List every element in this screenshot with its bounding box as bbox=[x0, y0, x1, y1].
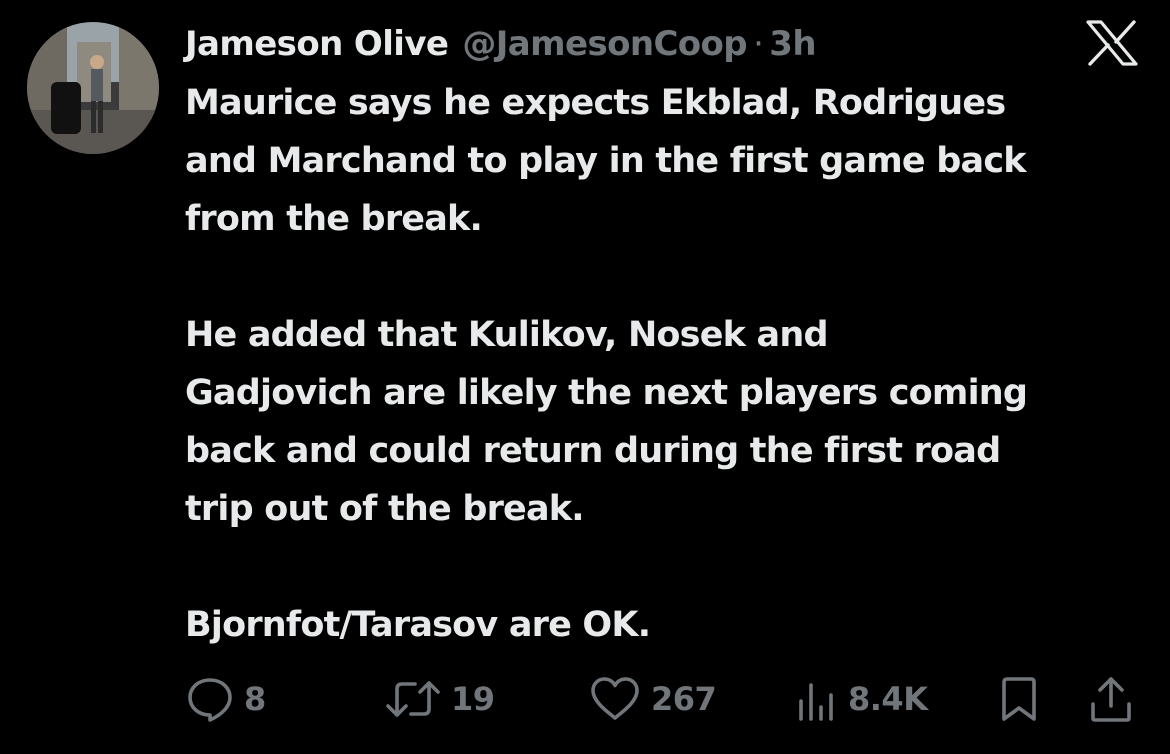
like-count: 267 bbox=[651, 680, 717, 718]
reply-count: 8 bbox=[244, 680, 266, 718]
tweet-text: Maurice says he expects Ekblad, Rodrigue… bbox=[185, 74, 1160, 654]
author-handle[interactable]: @JamesonCoop bbox=[462, 24, 747, 64]
views-button[interactable]: 8.4K bbox=[796, 672, 928, 726]
tweet-line: Gadjovich are likely the next players co… bbox=[185, 373, 1028, 413]
tweet-header: Jameson Olive @JamesonCoop · 3h bbox=[185, 18, 817, 70]
reply-button[interactable]: 8 bbox=[186, 672, 266, 726]
avatar[interactable] bbox=[27, 22, 159, 154]
repost-icon bbox=[385, 675, 441, 723]
like-button[interactable]: 267 bbox=[589, 672, 717, 726]
tweet-timestamp[interactable]: 3h bbox=[769, 24, 816, 64]
tweet-line: from the break. bbox=[185, 199, 483, 239]
tweet-line: trip out of the break. bbox=[185, 489, 585, 529]
share-icon bbox=[1088, 674, 1134, 724]
author-display-name[interactable]: Jameson Olive bbox=[185, 24, 449, 64]
tweet-line: He added that Kulikov, Nosek and bbox=[185, 315, 829, 355]
tweet-line: and Marchand to play in the first game b… bbox=[185, 141, 1027, 181]
tweet-paragraph: Bjornfot/Tarasov are OK. bbox=[185, 596, 1160, 654]
tweet-line: Maurice says he expects Ekblad, Rodrigue… bbox=[185, 83, 1006, 123]
tweet-paragraph: He added that Kulikov, Nosek and Gadjovi… bbox=[185, 306, 1160, 538]
repost-button[interactable]: 19 bbox=[385, 672, 495, 726]
bookmark-button[interactable] bbox=[998, 672, 1040, 726]
reply-icon bbox=[186, 675, 234, 723]
tweet-line: back and could return during the first r… bbox=[185, 431, 1001, 471]
tweet-actions: 8 19 267 8.4K bbox=[0, 672, 1170, 726]
bookmark-icon bbox=[998, 675, 1040, 723]
heart-icon bbox=[589, 675, 641, 723]
meta-separator: · bbox=[753, 24, 764, 64]
tweet-line: Bjornfot/Tarasov are OK. bbox=[185, 605, 651, 645]
share-button[interactable] bbox=[1088, 672, 1134, 726]
x-logo-icon bbox=[1086, 20, 1138, 66]
repost-count: 19 bbox=[451, 680, 495, 718]
tweet-paragraph: Maurice says he expects Ekblad, Rodrigue… bbox=[185, 74, 1160, 248]
views-count: 8.4K bbox=[848, 680, 928, 718]
views-icon bbox=[796, 675, 838, 723]
avatar-photo bbox=[27, 22, 159, 154]
